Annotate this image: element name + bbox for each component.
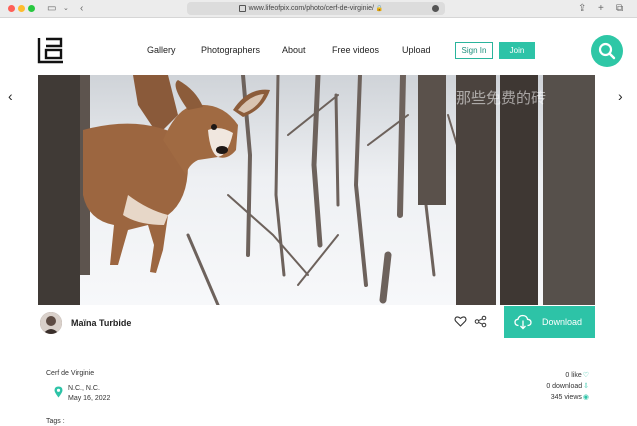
eye-icon: ◉ xyxy=(582,394,589,401)
sign-in-button[interactable]: Sign In xyxy=(455,42,493,59)
next-photo-arrow[interactable]: › xyxy=(618,88,623,104)
download-label: Download xyxy=(542,317,583,327)
back-button[interactable]: ‹ xyxy=(80,2,83,16)
previous-photo-arrow[interactable]: ‹ xyxy=(8,88,13,104)
nav-free-videos[interactable]: Free videos xyxy=(332,45,379,55)
location-text: N.C., N.C. xyxy=(68,385,100,392)
minimize-window-button[interactable] xyxy=(18,5,25,12)
search-button[interactable] xyxy=(591,35,623,67)
avatar[interactable] xyxy=(40,312,62,334)
nav-gallery[interactable]: Gallery xyxy=(147,45,176,55)
logo-icon[interactable] xyxy=(37,36,65,64)
search-icon xyxy=(598,42,616,60)
address-bar[interactable]: www.lifeofpix.com/photo/cerf-de-virginie… xyxy=(187,2,445,15)
nav-about[interactable]: About xyxy=(282,45,306,55)
share-icon xyxy=(474,315,487,328)
tags-label: Tags : xyxy=(46,418,65,425)
close-window-button[interactable] xyxy=(8,5,15,12)
cloud-download-icon xyxy=(514,314,532,330)
photo-title: Cerf de Virginie xyxy=(46,370,95,377)
nav-photographers[interactable]: Photographers xyxy=(201,45,260,55)
download-button[interactable]: Download xyxy=(504,306,595,338)
sidebar-toggle-icon[interactable]: ▭ xyxy=(47,2,56,16)
share-page-icon[interactable]: ⇪ xyxy=(578,2,586,16)
browser-toolbar: ▭ ⌄ ‹ www.lifeofpix.com/photo/cerf-de-vi… xyxy=(0,0,637,18)
like-button[interactable] xyxy=(454,315,467,328)
maximize-window-button[interactable] xyxy=(28,5,35,12)
views-stat: 345 views◉ xyxy=(551,393,589,401)
page-icon xyxy=(239,5,246,12)
deer-in-snow-image: 那些免费的砖 xyxy=(38,75,595,305)
lock-icon: 🔒 xyxy=(375,6,384,12)
url-text: www.lifeofpix.com/photo/cerf-de-virginie… xyxy=(248,5,374,12)
heart-icon xyxy=(454,316,467,327)
location-pin-icon xyxy=(54,385,63,398)
photo-date: May 16, 2022 xyxy=(68,395,111,402)
join-button[interactable]: Join xyxy=(499,42,535,59)
views-count: 345 views xyxy=(550,394,582,401)
photo-location: N.C., N.C. May 16, 2022 xyxy=(68,384,110,404)
downloads-count: 0 download xyxy=(546,383,583,390)
nav-upload[interactable]: Upload xyxy=(402,45,431,55)
downloads-stat: 0 download⇩ xyxy=(546,382,589,390)
download-stat-icon: ⇩ xyxy=(583,383,589,390)
likes-count: 0 like xyxy=(565,372,582,379)
likes-stat: 0 like♡ xyxy=(565,371,589,379)
author-name[interactable]: Maïna Turbide xyxy=(71,318,131,328)
watermark-text: 那些免费的砖 xyxy=(456,89,546,107)
main-photo[interactable]: 那些免费的砖 xyxy=(38,75,595,305)
new-tab-icon[interactable]: + xyxy=(598,2,604,16)
heart-stat-icon: ♡ xyxy=(582,372,589,379)
share-button[interactable] xyxy=(474,315,487,328)
tab-overview-icon[interactable]: ⧉ xyxy=(616,2,623,16)
site-settings-icon[interactable] xyxy=(432,5,439,12)
chevron-down-icon[interactable]: ⌄ xyxy=(63,2,69,16)
